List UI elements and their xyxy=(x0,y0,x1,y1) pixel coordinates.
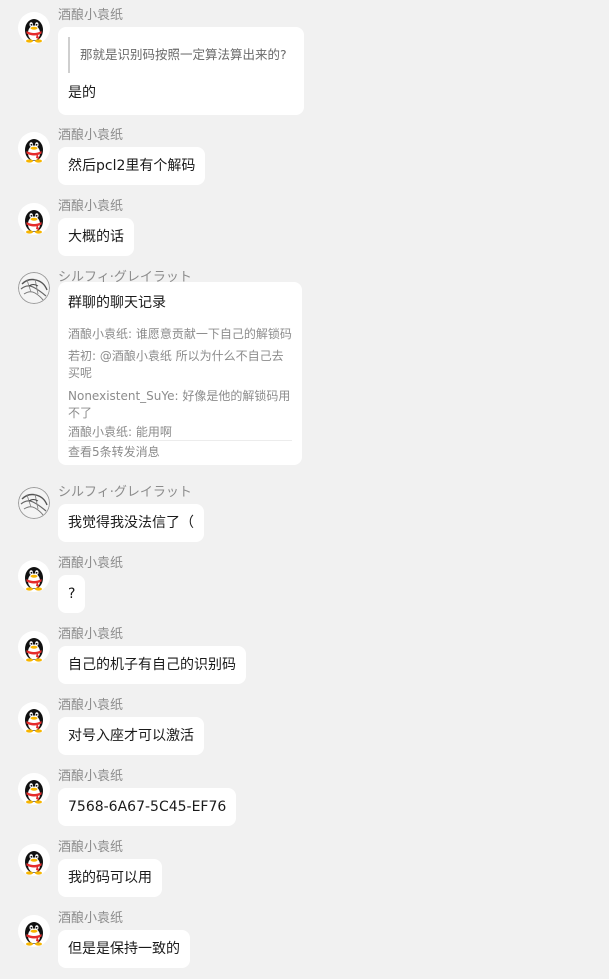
divider xyxy=(68,440,292,441)
qq-penguin-avatar[interactable] xyxy=(18,12,50,44)
message-bubble[interactable]: 我觉得我没法信了（ xyxy=(58,504,204,542)
quoted-message[interactable]: 那就是识别码按照一定算法算出来的? xyxy=(68,37,294,73)
message-bubble[interactable]: 7568-6A67-5C45-EF76 xyxy=(58,788,237,826)
message-bubble[interactable]: 对号入座才可以激活 xyxy=(58,717,204,755)
forwarded-chat-line: 酒酿小袁纸: 能用啊 xyxy=(68,425,172,439)
sender-name[interactable]: 酒酿小袁纸 xyxy=(58,698,123,714)
sender-name[interactable]: 酒酿小袁纸 xyxy=(58,769,123,785)
qq-penguin-avatar[interactable] xyxy=(18,132,50,164)
message-bubble[interactable]: ? xyxy=(58,575,86,613)
message-bubble[interactable]: 自己的机子有自己的识别码 xyxy=(58,646,246,684)
forwarded-chat-title: 群聊的聊天记录 xyxy=(68,295,166,311)
sender-name[interactable]: 酒酿小袁纸 xyxy=(58,556,123,572)
sender-name[interactable]: 酒酿小袁纸 xyxy=(58,911,123,927)
sender-name[interactable]: シルフィ·グレイラット xyxy=(58,485,192,501)
forwarded-chat-card[interactable]: 群聊的聊天记录 酒酿小袁纸: 谁愿意贡献一下自己的解锁码 若初: @酒酿小袁纸 … xyxy=(58,282,302,465)
sender-name[interactable]: 酒酿小袁纸 xyxy=(58,627,123,643)
qq-penguin-avatar[interactable] xyxy=(18,915,50,947)
forwarded-chat-line: 酒酿小袁纸: 谁愿意贡献一下自己的解锁码 xyxy=(68,327,292,341)
message-text: 是的 xyxy=(68,85,96,101)
qq-penguin-avatar[interactable] xyxy=(18,631,50,663)
forwarded-chat-line: 若初: @酒酿小袁纸 所以为什么不自己去买呢 xyxy=(68,349,284,380)
anime-sketch-avatar[interactable] xyxy=(18,487,50,519)
sender-name[interactable]: 酒酿小袁纸 xyxy=(58,199,123,215)
message-bubble[interactable]: 大概的话 xyxy=(58,218,134,256)
sender-name[interactable]: 酒酿小袁纸 xyxy=(58,840,123,856)
qq-penguin-avatar[interactable] xyxy=(18,773,50,805)
message-bubble[interactable]: 我的码可以用 xyxy=(58,859,162,897)
message-bubble[interactable]: 但是是保持一致的 xyxy=(58,930,190,968)
sender-name[interactable]: 酒酿小袁纸 xyxy=(58,128,123,144)
sender-name[interactable]: 酒酿小袁纸 xyxy=(58,8,123,24)
message-bubble[interactable]: 然后pcl2里有个解码 xyxy=(58,147,206,185)
message-bubble[interactable]: 那就是识别码按照一定算法算出来的? 是的 xyxy=(58,27,304,115)
qq-penguin-avatar[interactable] xyxy=(18,844,50,876)
anime-sketch-avatar[interactable] xyxy=(18,272,50,304)
qq-penguin-avatar[interactable] xyxy=(18,560,50,592)
qq-penguin-avatar[interactable] xyxy=(18,702,50,734)
qq-penguin-avatar[interactable] xyxy=(18,203,50,235)
forwarded-chat-line: Nonexistent_SuYe: 好像是他的解锁码用不了 xyxy=(68,389,291,420)
view-forwarded-messages-link[interactable]: 查看5条转发消息 xyxy=(68,444,160,461)
